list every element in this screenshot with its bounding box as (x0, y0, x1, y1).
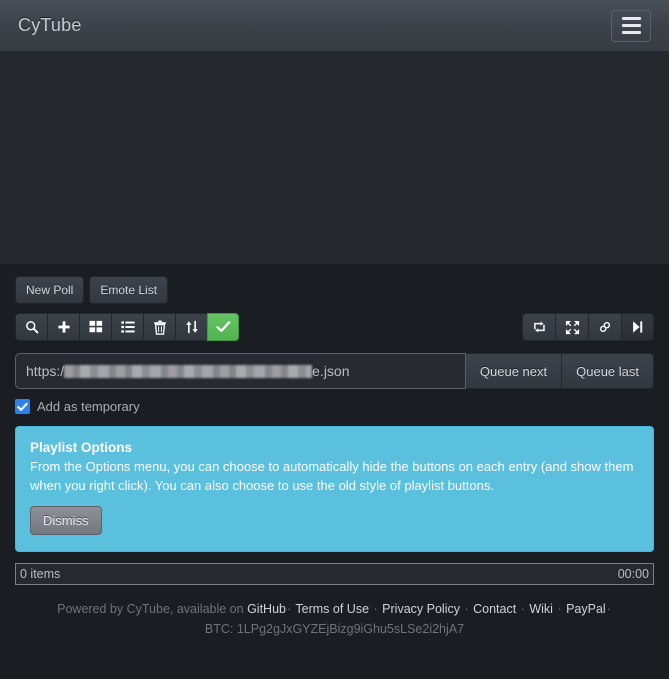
th-large-grid-icon (89, 320, 102, 333)
link-chain-icon (599, 321, 611, 333)
footer-prefix: Powered by CyTube, available on (57, 602, 248, 616)
main-content: New Poll Emote List https:/ e.json Queue… (0, 264, 669, 585)
hamburger-bar (621, 17, 641, 20)
footer-separator: · (520, 602, 525, 616)
hamburger-menu-icon[interactable] (611, 9, 651, 42)
footer-link-github[interactable]: GitHub (247, 602, 286, 616)
alert-title: Playlist Options (30, 440, 133, 455)
list-icon (120, 321, 135, 333)
cytube-page: CyTube New Poll Emote List https:/ e.jso… (0, 0, 669, 679)
check-icon (215, 321, 230, 332)
footer-separator: · (606, 602, 611, 616)
footer-separator: · (373, 602, 378, 616)
plus-icon (57, 321, 70, 333)
search-playlist-button[interactable] (15, 313, 47, 341)
media-url-input[interactable]: https:/ e.json (15, 353, 466, 389)
queue-next-button[interactable]: Queue next (465, 353, 563, 389)
footer-link-contact[interactable]: Contact (473, 602, 516, 616)
toggle-shuffle-button[interactable] (522, 313, 555, 341)
media-url-redacted (64, 365, 313, 378)
toggle-grid-view-button[interactable] (79, 313, 111, 341)
navbar: CyTube (0, 0, 669, 52)
get-permalink-button[interactable] (588, 313, 621, 341)
shuffle-sort-button[interactable] (175, 313, 207, 341)
step-forward-icon (633, 321, 643, 333)
dismiss-button[interactable]: Dismiss (30, 506, 102, 535)
footer-link-privacy[interactable]: Privacy Policy (382, 602, 460, 616)
add-as-temporary-checkbox[interactable] (15, 399, 30, 414)
footer-separator: · (464, 602, 469, 616)
emote-list-button[interactable]: Emote List (89, 276, 169, 304)
footer-line-1: Powered by CyTube, available on GitHub· … (0, 599, 669, 619)
toggle-list-view-button[interactable] (111, 313, 143, 341)
media-url-prefix: https:/ (26, 363, 65, 379)
playlist-item-count: 0 items (20, 567, 61, 581)
sort-updown-icon (185, 320, 198, 334)
trash-icon (153, 320, 166, 335)
lock-playlist-button[interactable] (207, 313, 239, 341)
hamburger-bar (621, 24, 641, 27)
play-next-button[interactable] (621, 313, 654, 341)
playlist-toolbar-right-group (522, 313, 654, 341)
checkmark-icon (17, 402, 28, 411)
footer-btc-address: BTC: 1LPg2gJxGYZEjBizg9iGhu5sLSe2i2hjA7 (204, 622, 465, 636)
playlist-status-bar: 0 items 00:00 (15, 563, 654, 585)
video-player-area[interactable] (0, 52, 669, 264)
new-poll-button[interactable]: New Poll (15, 276, 85, 304)
queue-last-button[interactable]: Queue last (562, 353, 654, 389)
add-as-temporary-row: Add as temporary (15, 399, 654, 414)
footer-link-wiki[interactable]: Wiki (529, 602, 553, 616)
footer-link-terms[interactable]: Terms of Use (295, 602, 369, 616)
fullscreen-playlist-button[interactable] (555, 313, 588, 341)
playlist-options-alert: Playlist Options From the Options menu, … (15, 426, 654, 552)
add-as-temporary-label[interactable]: Add as temporary (37, 399, 140, 414)
page-footer: Powered by CyTube, available on GitHub· … (0, 599, 669, 645)
footer-link-paypal[interactable]: PayPal (566, 602, 606, 616)
playlist-total-time: 00:00 (617, 567, 649, 581)
footer-separator: · (557, 602, 562, 616)
channel-controls: New Poll Emote List (15, 264, 654, 304)
brand-title[interactable]: CyTube (18, 15, 82, 36)
hamburger-bar (621, 31, 641, 34)
add-video-button[interactable] (47, 313, 79, 341)
retweet-repeat-icon (533, 321, 545, 333)
alert-body: From the Options menu, you can choose to… (30, 459, 634, 493)
clear-playlist-button[interactable] (143, 313, 175, 341)
expand-arrows-icon (565, 320, 579, 334)
playlist-toolbar-left-group (15, 313, 239, 341)
media-url-row: https:/ e.json Queue next Queue last (15, 353, 654, 389)
playlist-toolbar (15, 313, 654, 341)
media-url-suffix: e.json (312, 363, 350, 379)
footer-separator: · (286, 602, 292, 616)
search-icon (25, 321, 38, 334)
